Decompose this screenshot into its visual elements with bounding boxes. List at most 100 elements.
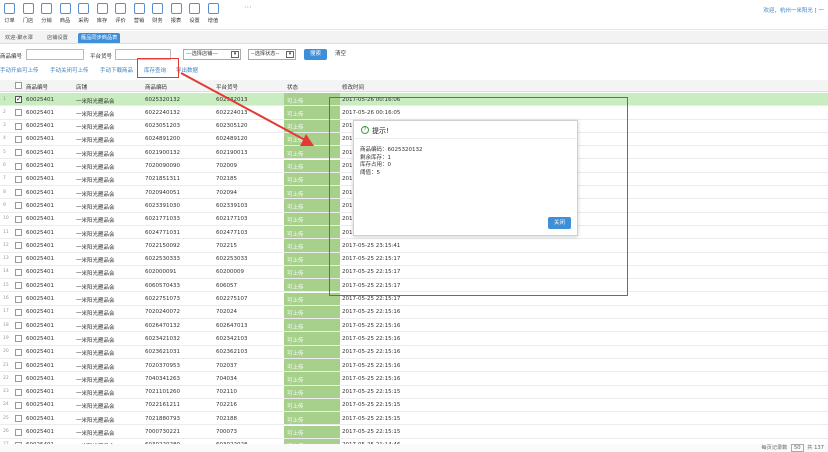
status-badge: 可上传 — [287, 218, 304, 225]
close-button[interactable]: 关闭 — [547, 217, 571, 229]
row-number: 20 — [3, 349, 9, 355]
toolbar-settings-button[interactable]: 设置 — [186, 2, 203, 28]
cell-platform-code: 702216 — [216, 402, 237, 409]
page-size-select[interactable]: 50 — [790, 444, 804, 452]
row-checkbox[interactable] — [15, 428, 22, 436]
page-size-label: 每页记录数 — [761, 445, 788, 451]
col-platform-code[interactable]: 平台货号 — [216, 83, 238, 91]
row-checkbox[interactable] — [15, 308, 22, 316]
cell-goods-id: 60025401 — [26, 362, 54, 369]
row-number: 9 — [3, 202, 6, 208]
cell-modified-time: 2017-05-25 22:15:16 — [342, 349, 401, 356]
table-row[interactable]: 可上传 26 60025401 一米阳光雁品会 7000730221 700073 2017… — [0, 425, 828, 439]
toolbar-goods-button[interactable]: 商品 — [57, 2, 74, 28]
toolbar-distribution-button[interactable]: 分销 — [38, 2, 55, 28]
row-checkbox[interactable] — [15, 415, 22, 423]
row-checkbox[interactable] — [15, 135, 22, 143]
marketing-icon — [133, 3, 145, 14]
enable-upload-link[interactable]: 手动开启可上传 — [0, 66, 39, 74]
goods-code-input[interactable] — [26, 49, 84, 60]
cell-goods-id: 60025401 — [26, 389, 54, 396]
row-checkbox[interactable] — [15, 189, 22, 197]
row-number: 1 — [3, 96, 6, 102]
cell-platform-code: 702188 — [216, 415, 237, 422]
select-all-checkbox[interactable] — [15, 82, 22, 89]
cell-platform-code: 602224013 — [216, 109, 248, 116]
toolbar-report-button[interactable]: 报表 — [168, 2, 185, 28]
row-checkbox[interactable] — [15, 282, 22, 290]
toolbar-store-button[interactable]: 门店 — [20, 2, 37, 28]
row-checkbox[interactable] — [15, 255, 22, 263]
status-badge: 可上传 — [287, 165, 304, 171]
status-badge: 可上传 — [287, 204, 304, 211]
table-row[interactable]: 可上传 24 60025401 一米阳光雁品会 7022161211 702216 2017… — [0, 398, 828, 413]
cell-goods-id: 60025401 — [26, 269, 54, 276]
store-select[interactable]: ---选择店铺--- ▾ — [183, 49, 241, 60]
clear-button[interactable]: 清空 — [330, 49, 351, 60]
status-badge: 可上传 — [287, 298, 304, 304]
row-checkbox[interactable] — [15, 242, 22, 250]
table-row[interactable]: 可上传 17 60025401 一米阳光雁品会 7020240072 702024 2017… — [0, 305, 828, 320]
tab-sync-goods[interactable]: 雁品同步商品表 — [78, 33, 121, 43]
table-row[interactable]: 可上传 20 60025401 一米阳光雁品会 6023621031 602362103 2… — [0, 345, 828, 359]
row-checkbox[interactable] — [15, 268, 22, 276]
toolbar-marketing-button[interactable]: 营销 — [131, 2, 148, 28]
export-data-link[interactable]: 导出数据 — [176, 66, 198, 74]
row-checkbox[interactable] — [15, 122, 22, 130]
dialog-line-threshold: 阈值：5 — [360, 169, 380, 176]
cell-platform-code: 602489120 — [216, 136, 248, 143]
more-icon[interactable]: ··· — [244, 3, 252, 12]
table-row[interactable]: 可上传 21 60025401 一米阳光雁品会 7020370953 702037 2017… — [0, 359, 828, 373]
toolbar-purchase-button[interactable]: 采购 — [75, 2, 92, 28]
row-checkbox[interactable] — [15, 335, 22, 343]
disable-upload-link[interactable]: 手动关闭可上传 — [50, 66, 89, 74]
toolbar-label: 采购 — [78, 18, 89, 24]
dialog-body: 商品编码：6025320132 剩余库存：1 库存占用：0 阈值：5 — [360, 147, 423, 177]
table-row[interactable]: 可上传 25 60025401 一米阳光雁品会 7021880793 702188 2017… — [0, 412, 828, 426]
status-badge: 可上传 — [287, 125, 304, 132]
row-checkbox[interactable] — [15, 109, 22, 117]
cell-store: 一米阳光雁品会 — [76, 271, 115, 278]
row-checkbox[interactable] — [15, 401, 22, 409]
tab-welcome[interactable]: 欢迎-聚水潭 — [2, 33, 36, 43]
toolbar-review-button[interactable]: 评价 — [112, 2, 129, 28]
row-checkbox[interactable] — [15, 175, 22, 183]
row-checkbox[interactable] — [15, 322, 22, 330]
table-row[interactable]: 可上传 19 60025401 一米阳光雁品会 6023421032 602342103 2… — [0, 332, 828, 346]
row-checkbox[interactable] — [15, 375, 22, 383]
col-store[interactable]: 店铺 — [76, 83, 87, 91]
toolbar-inventory-button[interactable]: 库存 — [94, 2, 111, 28]
toolbar-label: 财务 — [152, 18, 163, 24]
tab-store-settings[interactable]: 店铺设置 — [44, 33, 71, 43]
toolbar-label: 报表 — [170, 18, 182, 24]
row-checkbox[interactable] — [15, 388, 22, 396]
cell-store: 一米阳光雁品会 — [76, 417, 115, 424]
cell-store: 一米阳光雁品会 — [76, 298, 115, 304]
status-badge: 可上传 — [287, 138, 304, 145]
row-checkbox[interactable] — [15, 229, 22, 236]
col-goods-id[interactable]: 商品编号 — [26, 83, 48, 91]
status-badge: 可上传 — [287, 377, 304, 384]
table-row[interactable]: 可上传 23 60025401 一米阳光雁品会 7021101260 702110 2017… — [0, 385, 828, 399]
col-status[interactable]: 状态 — [287, 83, 298, 91]
col-goods-code[interactable]: 商品编码 — [145, 83, 167, 91]
row-checkbox[interactable] — [15, 149, 22, 157]
row-checkbox[interactable] — [15, 362, 22, 369]
row-checkbox[interactable] — [15, 348, 22, 356]
row-checkbox[interactable] — [15, 215, 22, 223]
table-row[interactable]: 可上传 18 60025401 一米阳光雁品会 6026470132 602647013 2… — [0, 319, 828, 333]
download-goods-link[interactable]: 手动下载商品 — [100, 66, 133, 74]
table-row[interactable]: 可上传 22 60025401 一米阳光雁品会 7040341263 704034 2017… — [0, 372, 828, 386]
toolbar-label: 库存 — [96, 18, 108, 24]
toolbar-value-added-button[interactable]: 增值 — [205, 2, 222, 28]
toolbar-order-button[interactable]: 订单 — [1, 2, 18, 28]
row-checkbox[interactable] — [15, 162, 22, 170]
row-checkbox[interactable] — [15, 202, 22, 210]
welcome-text[interactable]: 欢迎，杭州一米阳光 [ 一 — [763, 6, 824, 14]
search-button[interactable]: 搜索 — [304, 49, 328, 60]
col-modified-time[interactable]: 修改时间 — [342, 83, 364, 91]
toolbar-finance-button[interactable]: 财务 — [149, 2, 166, 28]
row-checkbox[interactable] — [15, 95, 22, 103]
row-checkbox[interactable] — [15, 295, 22, 303]
status-select[interactable]: --选择状态-- ▾ — [248, 49, 296, 60]
